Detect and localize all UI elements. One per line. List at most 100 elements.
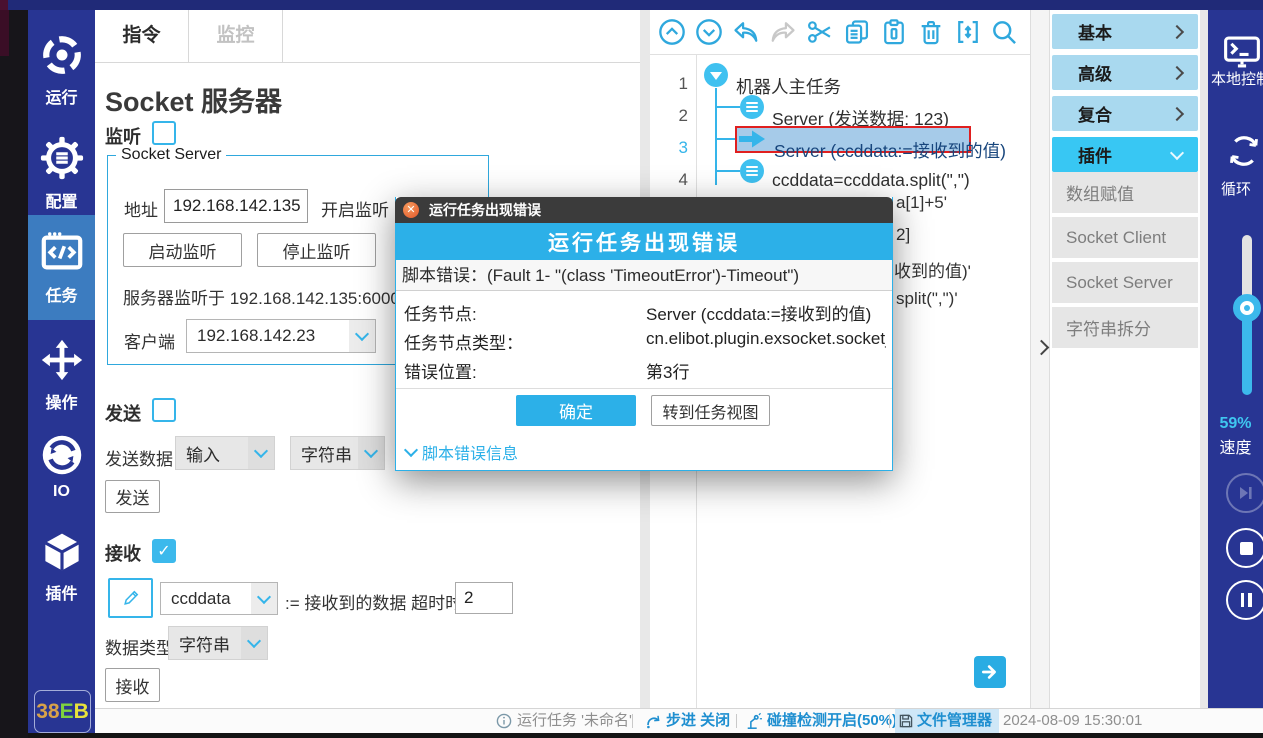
sidebar-item-plugin[interactable]: 插件 <box>28 530 95 605</box>
tab-command[interactable]: 指令 <box>95 10 189 62</box>
dialog-divider <box>396 388 892 389</box>
start-listen-button[interactable]: 启动监听 <box>123 233 242 267</box>
node-menu-icon[interactable] <box>740 95 764 119</box>
timeout-input[interactable] <box>455 582 513 614</box>
insert-icon[interactable] <box>954 18 982 46</box>
receive-checkbox[interactable]: ✓ <box>152 539 176 563</box>
step-to-end-button[interactable] <box>1226 473 1263 513</box>
app-root: 运行 配置 任务 操作 IO 插件 38EB 指令 监控 <box>0 0 1263 738</box>
tab-monitor[interactable]: 监控 <box>189 10 283 62</box>
sidebar-item-io[interactable]: IO <box>28 430 95 505</box>
step-mode-icon <box>645 713 661 729</box>
listen-checkbox[interactable] <box>152 121 176 145</box>
category-plugin[interactable]: 插件 <box>1052 137 1198 172</box>
datatype-label: 数据类型 <box>105 634 173 659</box>
sidebar-item-label: 配置 <box>45 188 77 212</box>
desktop-background-strip <box>0 10 28 738</box>
receive-assign-text: := 接收到的数据 超时时间 <box>285 589 479 614</box>
category-label: 基本 <box>1078 19 1112 44</box>
info-icon <box>496 713 512 729</box>
status-code-box[interactable]: 38EB <box>34 690 91 733</box>
plugin-item-string-split[interactable]: 字符串拆分 <box>1052 307 1198 350</box>
speed-slider-thumb[interactable] <box>1233 294 1261 322</box>
send-checkbox[interactable] <box>152 398 176 422</box>
pencil-icon <box>121 588 141 608</box>
search-icon[interactable] <box>990 18 1018 46</box>
stop-listen-button[interactable]: 停止监听 <box>257 233 376 267</box>
redo-icon[interactable] <box>769 18 797 46</box>
pause-button[interactable] <box>1226 580 1263 620</box>
io-sync-icon <box>41 434 83 476</box>
floppy-icon <box>898 713 914 729</box>
move-up-icon[interactable] <box>658 18 686 46</box>
copy-icon[interactable] <box>843 18 871 46</box>
file-manager-button[interactable]: 文件管理器 <box>895 709 999 733</box>
plugin-item-socket-server[interactable]: Socket Server <box>1052 262 1198 305</box>
collapse-node-icon[interactable] <box>704 63 728 87</box>
chevron-down-icon <box>349 320 375 352</box>
task-node-label: 任务节点: <box>404 300 477 325</box>
group-legend: Socket Server <box>116 146 226 164</box>
step-forward-button[interactable] <box>974 656 1006 688</box>
plugin-item-array-assign[interactable]: 数组赋值 <box>1052 172 1198 215</box>
speed-percent: 59% <box>1208 415 1263 433</box>
line-number: 2 <box>660 106 688 126</box>
address-input[interactable] <box>164 189 308 223</box>
category-advanced[interactable]: 高级 <box>1052 55 1198 90</box>
error-dialog: ✕ 运行任务出现错误 运行任务出现错误 脚本错误：(Fault 1- "(cla… <box>395 197 893 471</box>
cut-icon[interactable] <box>806 18 834 46</box>
tree-row[interactable]: ccddata=ccddata.split(",") <box>772 170 970 191</box>
close-icon[interactable]: ✕ <box>403 202 419 218</box>
sidebar-item-run[interactable]: 运行 <box>28 25 95 115</box>
script-error-details-link[interactable]: 脚本错误信息 <box>406 440 518 464</box>
chevron-right-icon <box>1170 106 1184 120</box>
chevron-right-icon <box>1170 24 1184 38</box>
delete-icon[interactable] <box>917 18 945 46</box>
category-label: 复合 <box>1078 101 1112 126</box>
panel-divider <box>1030 10 1050 708</box>
tab-bar: 指令 监控 <box>95 10 640 63</box>
sidebar-item-task[interactable]: 任务 <box>28 215 95 320</box>
status-code-char: B <box>74 700 89 724</box>
local-control-terminal-icon[interactable] <box>1222 34 1262 70</box>
node-menu-icon[interactable] <box>740 159 764 183</box>
chevron-down-icon <box>248 437 274 469</box>
move-down-icon[interactable] <box>695 18 723 46</box>
line-number: 1 <box>660 74 688 94</box>
send-source-dropdown[interactable]: 输入 <box>175 436 275 470</box>
gear-icon <box>39 135 85 181</box>
local-control-label[interactable]: 本地控制 <box>1211 68 1263 89</box>
send-type-dropdown[interactable]: 字符串 <box>290 436 385 470</box>
goto-task-view-button[interactable]: 转到任务视图 <box>651 395 770 426</box>
collision-status-text[interactable]: 碰撞检测开启(50%) <box>767 709 897 733</box>
loop-icon[interactable] <box>1225 132 1263 170</box>
details-link-label: 脚本错误信息 <box>422 440 518 464</box>
move-arrows-icon <box>40 338 84 382</box>
edit-variable-button[interactable] <box>108 578 153 618</box>
line-number: 4 <box>660 170 688 190</box>
receive-var-dropdown[interactable]: ccddata <box>160 582 278 615</box>
send-button[interactable]: 发送 <box>105 480 160 513</box>
dialog-header: 运行任务出现错误 <box>396 223 892 260</box>
ok-button[interactable]: 确定 <box>516 395 636 426</box>
dialog-titlebar[interactable]: ✕ 运行任务出现错误 <box>395 197 893 223</box>
undo-icon[interactable] <box>732 18 760 46</box>
sidebar-item-config[interactable]: 配置 <box>28 128 95 218</box>
datatype-dropdown[interactable]: 字符串 <box>168 626 268 660</box>
separator <box>889 714 890 728</box>
step-mode-text[interactable]: 步进 关闭 <box>666 709 730 733</box>
client-dropdown[interactable]: 192.168.142.23 <box>186 319 376 353</box>
send-label: 发送 <box>105 400 141 426</box>
sidebar-item-operate[interactable]: 操作 <box>28 335 95 415</box>
collapse-panel-chevron-icon[interactable] <box>1034 340 1050 356</box>
send-data-label: 发送数据 <box>105 445 173 470</box>
tree-row-fragment: a[1]+5' <box>896 193 947 213</box>
stop-button[interactable] <box>1226 528 1263 568</box>
category-basic[interactable]: 基本 <box>1052 14 1198 49</box>
sidebar-item-label: 任务 <box>45 282 77 306</box>
receive-button[interactable]: 接收 <box>105 668 160 702</box>
category-composite[interactable]: 复合 <box>1052 96 1198 131</box>
plugin-item-socket-client[interactable]: Socket Client <box>1052 217 1198 260</box>
paste-icon[interactable] <box>880 18 908 46</box>
tree-row-selected-text[interactable]: Server (ccddata:=接收到的值) <box>774 138 1006 163</box>
